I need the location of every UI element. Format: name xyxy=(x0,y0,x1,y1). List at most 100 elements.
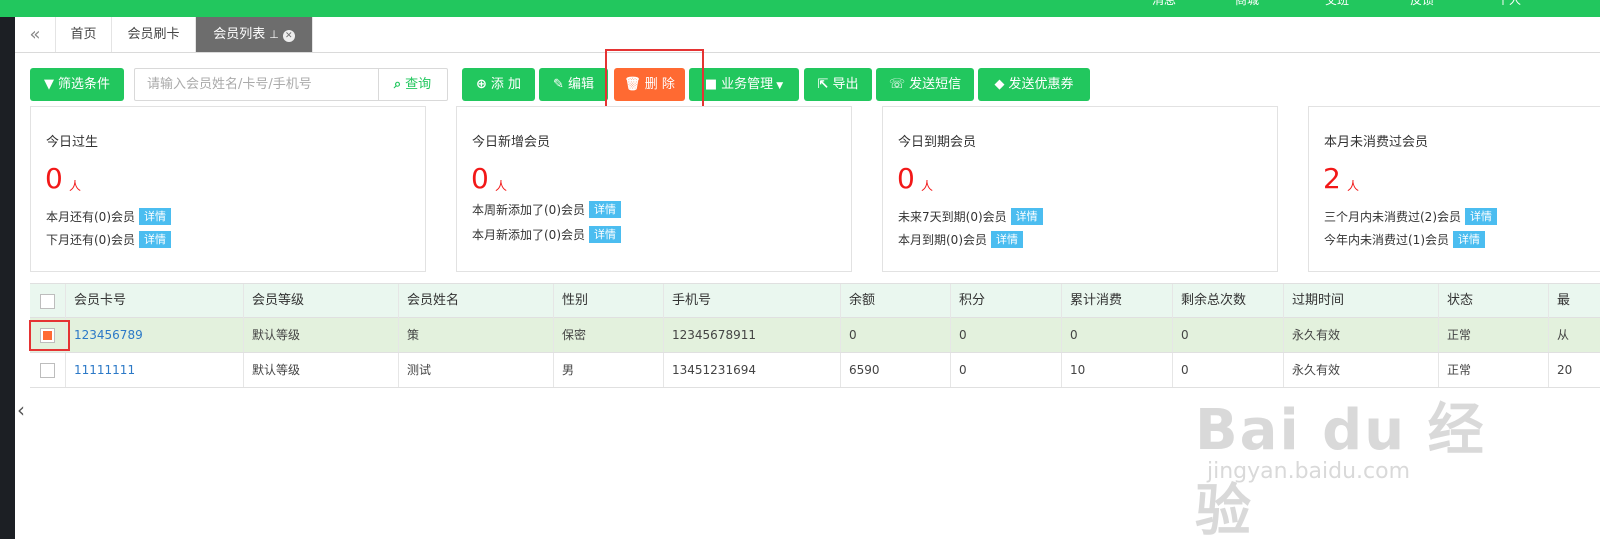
select-all-checkbox[interactable] xyxy=(40,294,55,309)
header-status[interactable]: 状态 xyxy=(1438,284,1548,318)
search-input[interactable] xyxy=(134,68,379,101)
balance-cell: 6590 xyxy=(840,353,950,387)
card-line: 三个月内未消费过(2)会员 详情 xyxy=(1324,208,1497,225)
points-cell: 0 xyxy=(950,353,1061,387)
card-line-text: 三个月内未消费过(2)会员 xyxy=(1324,210,1461,224)
header-phone[interactable]: 手机号 xyxy=(663,284,840,318)
card-unit: 人 xyxy=(921,179,934,193)
card-count: 0 xyxy=(471,162,489,195)
header-name[interactable]: 会员姓名 xyxy=(398,284,553,318)
header-gender[interactable]: 性别 xyxy=(553,284,663,318)
last-cell: 从 xyxy=(1548,318,1600,352)
level-cell: 默认等级 xyxy=(243,353,398,387)
gender-cell: 男 xyxy=(553,353,663,387)
card-today-new-members: 今日新增会员 0 人 本周新添加了(0)会员 详情 本月新添加了(0)会员 详情 xyxy=(456,106,852,272)
table-row[interactable]: 11111111 默认等级 测试 男 13451231694 6590 0 10… xyxy=(30,353,1600,388)
card-line-text: 下月还有(0)会员 xyxy=(46,233,135,247)
card-line-text: 本周新添加了(0)会员 xyxy=(472,203,585,217)
remaining-times-cell: 0 xyxy=(1172,318,1283,352)
detail-badge[interactable]: 详情 xyxy=(1465,208,1497,225)
add-button[interactable]: ⊕ 添 加 xyxy=(462,68,535,101)
business-label: 业务管理 xyxy=(721,77,774,92)
detail-badge[interactable]: 详情 xyxy=(589,226,621,243)
card-title: 今日新增会员 xyxy=(472,135,551,150)
header-card-no[interactable]: 会员卡号 xyxy=(65,284,243,318)
filter-button[interactable]: ▼ 筛选条件 xyxy=(30,68,124,101)
header-expire[interactable]: 过期时间 xyxy=(1283,284,1438,318)
tab-member-card[interactable]: 会员刷卡 xyxy=(112,17,196,52)
send-sms-label: 发送短信 xyxy=(909,77,962,92)
card-unit: 人 xyxy=(69,179,82,193)
name-cell: 测试 xyxy=(398,353,553,387)
table-header-row: 会员卡号 会员等级 会员姓名 性别 手机号 余额 积分 累计消费 剩余总次数 过… xyxy=(30,283,1600,318)
total-spent-cell: 10 xyxy=(1061,353,1172,387)
select-all-cell xyxy=(30,284,65,318)
remaining-times-cell: 0 xyxy=(1172,353,1283,387)
topnav-shift[interactable]: 交班 xyxy=(1325,0,1349,8)
name-cell: 策 xyxy=(398,318,553,352)
row-checkbox[interactable] xyxy=(40,363,55,378)
tab-member-list[interactable]: 会员列表 ⊥ ✕ xyxy=(196,17,313,52)
topnav-personal[interactable]: 个人 xyxy=(1497,0,1521,8)
card-month-no-consumption: 本月未消费过会员 2 人 三个月内未消费过(2)会员 详情 今年内未消费过(1)会… xyxy=(1308,106,1600,272)
edit-icon: ✎ xyxy=(553,77,564,92)
topnav-messages[interactable]: 消息 xyxy=(1152,0,1176,8)
phone-cell: 12345678911 xyxy=(663,318,840,352)
header-remaining-times[interactable]: 剩余总次数 xyxy=(1172,284,1283,318)
export-button[interactable]: ⇱ 导出 xyxy=(804,68,872,101)
tag-icon: ◆ xyxy=(994,77,1005,92)
header-level[interactable]: 会员等级 xyxy=(243,284,398,318)
plus-circle-icon: ⊕ xyxy=(475,77,487,92)
top-navbar: 消息 商城 交班 反馈 个人 xyxy=(0,0,1600,17)
search-icon: ⌕ xyxy=(393,77,402,92)
filter-label: 筛选条件 xyxy=(57,77,110,92)
chevron-left-icon[interactable]: ‹ xyxy=(17,398,25,422)
detail-badge[interactable]: 详情 xyxy=(589,201,621,218)
close-icon[interactable]: ✕ xyxy=(282,30,295,42)
card-line: 本月新添加了(0)会员 详情 xyxy=(472,226,621,243)
card-title: 今日到期会员 xyxy=(898,135,977,150)
card-line-text: 未来7天到期(0)会员 xyxy=(898,210,1007,224)
edit-label: 编辑 xyxy=(567,77,594,92)
table-row[interactable]: 123456789 默认等级 策 保密 12345678911 0 0 0 0 … xyxy=(30,318,1600,353)
card-line-text: 今年内未消费过(1)会员 xyxy=(1324,233,1449,247)
row-select-cell xyxy=(30,353,65,387)
card-no-link[interactable]: 123456789 xyxy=(65,318,243,352)
highlight-box-checkbox xyxy=(29,320,70,351)
card-line: 未来7天到期(0)会员 详情 xyxy=(898,208,1043,225)
card-unit: 人 xyxy=(495,179,508,193)
detail-badge[interactable]: 详情 xyxy=(1453,231,1485,248)
header-last[interactable]: 最 xyxy=(1548,284,1600,318)
header-total-spent[interactable]: 累计消费 xyxy=(1061,284,1172,318)
tab-home[interactable]: 首页 xyxy=(56,17,112,52)
send-sms-button[interactable]: ☏ 发送短信 xyxy=(876,68,974,101)
header-points[interactable]: 积分 xyxy=(950,284,1061,318)
card-no-link[interactable]: 11111111 xyxy=(65,353,243,387)
query-button[interactable]: ⌕ 查询 xyxy=(378,68,448,101)
tab-bar: « 首页 会员刷卡 会员列表 ⊥ ✕ xyxy=(15,17,1600,53)
balance-cell: 0 xyxy=(840,318,950,352)
total-spent-cell: 0 xyxy=(1061,318,1172,352)
expire-cell: 永久有效 xyxy=(1283,318,1438,352)
briefcase-icon: ■ xyxy=(704,77,718,92)
pin-icon[interactable]: ⊥ xyxy=(269,28,279,41)
expire-cell: 永久有效 xyxy=(1283,353,1438,387)
send-coupon-button[interactable]: ◆ 发送优惠券 xyxy=(978,68,1090,101)
topnav-mall[interactable]: 商城 xyxy=(1235,0,1259,8)
detail-badge[interactable]: 详情 xyxy=(139,231,171,248)
level-cell: 默认等级 xyxy=(243,318,398,352)
detail-badge[interactable]: 详情 xyxy=(139,208,171,225)
status-cell: 正常 xyxy=(1438,353,1548,387)
collapse-tabs-icon[interactable]: « xyxy=(15,17,56,52)
card-unit: 人 xyxy=(1347,179,1360,193)
detail-badge[interactable]: 详情 xyxy=(1010,208,1043,225)
edit-button[interactable]: ✎ 编辑 xyxy=(539,68,608,101)
card-title: 今日过生 xyxy=(46,135,99,150)
card-line: 本月还有(0)会员 详情 xyxy=(46,208,171,225)
topnav-feedback[interactable]: 反馈 xyxy=(1410,0,1434,8)
baidu-jingyan-watermark: Bai du 经验 jingyan.baidu.com xyxy=(1195,385,1525,539)
comment-icon: ☏ xyxy=(888,77,906,92)
header-balance[interactable]: 余额 xyxy=(840,284,950,318)
business-menu-button[interactable]: ■ 业务管理 ▼ xyxy=(689,68,799,101)
detail-badge[interactable]: 详情 xyxy=(991,231,1023,248)
